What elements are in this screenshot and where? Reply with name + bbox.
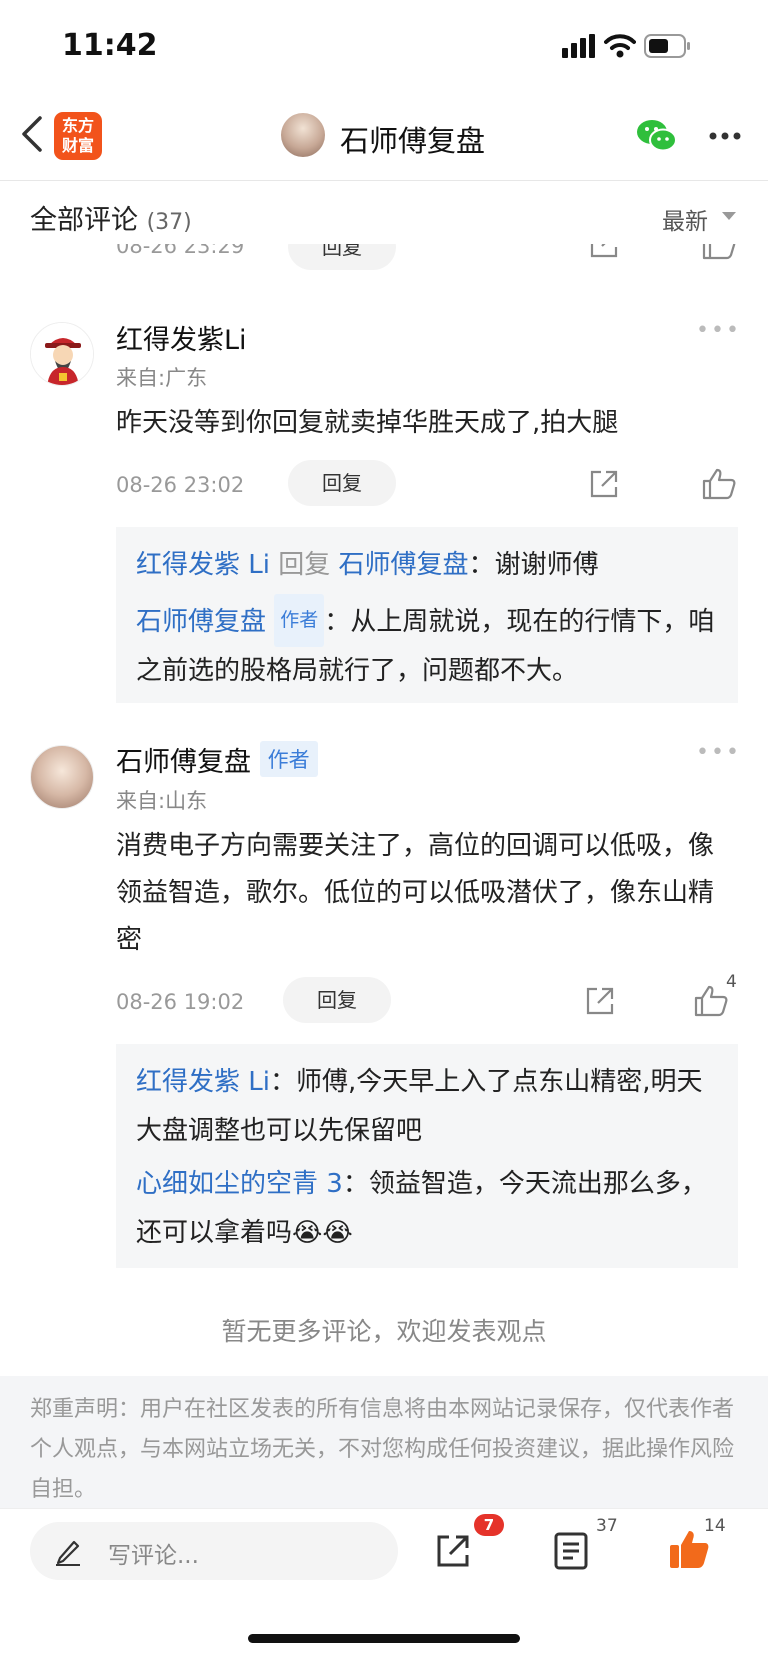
share-icon[interactable] [434,1532,472,1570]
home-indicator [248,1634,520,1643]
signal-icon [562,34,595,58]
brand-logo[interactable]: 东方 财富 [54,112,102,160]
battery-icon [644,34,690,58]
author-badge: 作者 [259,741,318,777]
reply-item[interactable]: 红得发紫 Li：师傅,今天早上入了点东山精密,明天大盘调整也可以先保留吧 [136,1058,718,1156]
comment-list-icon[interactable] [554,1532,588,1570]
status-time: 11:42 [62,28,158,63]
share-icon[interactable] [588,244,620,260]
comment-location: 来自:山东 [116,789,208,813]
pencil-icon [56,1540,80,1566]
reply-button[interactable]: 回复 [288,244,396,270]
comment-time: 08-26 19:02 [116,990,245,1014]
reply-button[interactable]: 回复 [288,460,396,506]
like-count: 14 [704,1516,726,1536]
disclaimer: 郑重声明：用户在社区发表的所有信息将由本网站记录保存，仅代表作者个人观点，与本网… [0,1376,768,1508]
share-icon[interactable] [588,468,620,500]
thumbs-up-icon[interactable] [702,244,736,260]
comment-body: 昨天没等到你回复就卖掉华胜天成了,拍大腿 [116,408,619,438]
back-arrow-icon[interactable] [14,112,50,156]
nav-title[interactable]: 石师傅复盘 [340,118,485,160]
commenter-name[interactable]: 石师傅复盘 作者 [116,740,318,779]
wechat-icon[interactable] [636,118,678,154]
comment-input[interactable] [30,1522,398,1580]
share-badge: 7 [474,1514,504,1536]
fortune-god-avatar-icon [31,323,93,385]
reply-item[interactable]: 红得发紫 Li 回复 石师傅复盘：谢谢师傅 [136,541,718,590]
reply-thread: 红得发紫 Li 回复 石师傅复盘：谢谢师傅 石师傅复盘 作者 ：从上周就说，现在的… [116,527,738,703]
comment-more-icon[interactable]: ••• [696,740,741,765]
reply-button[interactable]: 回复 [283,977,391,1023]
like-count: 4 [726,972,737,992]
comment-time: 08-26 23:02 [116,473,245,497]
nav-divider [0,180,768,181]
author-badge: 作者 [274,594,325,647]
comment-location: 来自:广东 [116,366,208,390]
comment-more-icon[interactable]: ••• [696,318,741,343]
wifi-icon [604,34,636,58]
comment-body: 消费电子方向需要关注了，高位的回调可以低吸，像领益智造，歌尔。低位的可以低吸潜伏… [116,831,715,955]
share-icon[interactable] [584,985,616,1017]
author-avatar[interactable] [281,113,325,157]
comments-header: 全部评论 (37) [30,205,192,236]
no-more-comments: 暂无更多评论，欢迎发表观点 [221,1317,547,1346]
comment-count: 37 [596,1516,618,1536]
commenter-name[interactable]: 红得发紫Li [116,318,247,357]
comment-input-placeholder[interactable]: 写评论... [108,1536,199,1570]
clipped-comment-row: 08-26 23:29 回复 [0,244,768,284]
commenter-avatar[interactable] [30,322,94,386]
reply-item[interactable]: 心细如尘的空青 3：领益智造，今天流出那么多，还可以拿着吗😭😭 [136,1160,718,1258]
sort-dropdown[interactable]: 最新 [662,202,708,236]
thumbs-up-icon[interactable] [702,468,736,500]
caret-down-icon[interactable] [722,212,736,220]
reply-item[interactable]: 石师傅复盘 作者 ：从上周就说，现在的行情下，咱之前选的股格局就行了，问题都不大。 [136,594,718,696]
reply-thread: 红得发紫 Li：师傅,今天早上入了点东山精密,明天大盘调整也可以先保留吧 心细如… [116,1044,738,1268]
commenter-avatar[interactable] [30,745,94,809]
more-icon[interactable] [708,131,742,141]
thumbs-up-icon[interactable] [694,985,728,1017]
comment-time: 08-26 23:29 [116,244,245,258]
